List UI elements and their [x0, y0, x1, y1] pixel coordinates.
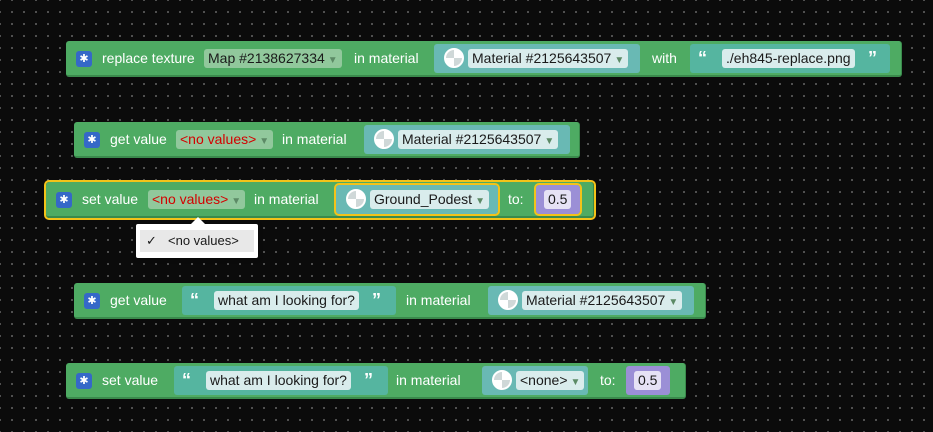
value-dropdown-value: <no values>	[152, 191, 229, 207]
material-value: Ground_Podest	[374, 191, 473, 207]
in-material-label: in material	[254, 191, 319, 207]
block-label: replace texture	[102, 50, 195, 66]
block-label: set value	[102, 372, 159, 388]
with-label: with	[652, 50, 677, 66]
number-input-slot[interactable]: 0.5	[626, 366, 670, 395]
set-value-block[interactable]: ✱ set value “ what am I looking for? ” i…	[66, 363, 686, 399]
material-dropdown[interactable]: Material #2125643507 ▼	[468, 49, 629, 68]
chevron-down-icon: ▼	[259, 136, 270, 147]
chevron-down-icon: ▼	[544, 136, 555, 147]
get-value-block[interactable]: ✱ get value <no values> ▼ in material Mat…	[74, 122, 580, 158]
block-label: set value	[82, 191, 139, 207]
open-quote-icon: “	[182, 370, 191, 390]
get-value-block[interactable]: ✱ get value “ what am I looking for? ” i…	[74, 283, 706, 319]
value-dropdown-value: <no values>	[180, 131, 257, 147]
chevron-down-icon: ▼	[570, 377, 581, 388]
file-path-field[interactable]: ./eh845-replace.png	[722, 49, 855, 68]
material-input-slot[interactable]: Material #2125643507 ▼	[434, 44, 640, 73]
material-value: <none>	[520, 372, 568, 388]
material-sphere-icon	[374, 129, 394, 149]
map-dropdown[interactable]: Map #2138627334 ▼	[204, 49, 342, 68]
material-dropdown[interactable]: Ground_Podest ▼	[370, 190, 489, 209]
value-dropdown-menu: ✓ <no values>	[136, 217, 258, 258]
block-label: get value	[110, 131, 167, 147]
to-label: to:	[600, 372, 616, 388]
in-material-label: in material	[396, 372, 461, 388]
material-dropdown[interactable]: Material #2125643507 ▼	[398, 130, 559, 149]
gear-icon[interactable]: ✱	[76, 373, 92, 389]
number-input-slot[interactable]: 0.5	[534, 183, 582, 216]
close-quote-icon: ”	[868, 48, 877, 68]
value-dropdown[interactable]: <no values> ▼	[176, 130, 274, 149]
material-sphere-icon	[346, 189, 366, 209]
material-input-slot[interactable]: Material #2125643507 ▼	[488, 286, 694, 315]
block-label: get value	[110, 292, 167, 308]
map-dropdown-value: Map #2138627334	[208, 50, 325, 66]
gear-icon[interactable]: ✱	[76, 51, 92, 67]
material-input-slot[interactable]: Material #2125643507 ▼	[364, 125, 570, 154]
dropdown-menu-item[interactable]: ✓ <no values>	[140, 230, 254, 252]
material-sphere-icon	[492, 370, 512, 390]
material-value: Material #2125643507	[526, 292, 666, 308]
string-input-slot[interactable]: “ what am I looking for? ”	[182, 286, 396, 315]
set-value-block[interactable]: ✱ set value <no values> ▼ in material Gro…	[44, 180, 596, 220]
string-input-slot[interactable]: “ what am I looking for? ”	[174, 366, 388, 395]
gear-icon[interactable]: ✱	[84, 132, 100, 148]
material-input-slot[interactable]: <none> ▼	[482, 366, 588, 395]
close-quote-icon: ”	[364, 370, 373, 390]
number-field[interactable]: 0.5	[634, 371, 662, 390]
chevron-down-icon: ▼	[668, 297, 679, 308]
checkmark-icon: ✓	[146, 233, 157, 248]
material-dropdown[interactable]: <none> ▼	[516, 371, 585, 390]
to-label: to:	[508, 191, 524, 207]
material-sphere-icon	[498, 290, 518, 310]
gear-icon[interactable]: ✱	[56, 192, 72, 208]
chevron-down-icon: ▼	[231, 196, 242, 207]
text-field[interactable]: what am I looking for?	[214, 291, 359, 310]
chevron-down-icon: ▼	[327, 55, 338, 66]
material-input-slot[interactable]: Ground_Podest ▼	[334, 183, 500, 216]
open-quote-icon: “	[698, 48, 707, 68]
in-material-label: in material	[282, 131, 347, 147]
number-field[interactable]: 0.5	[544, 190, 572, 209]
string-input-slot[interactable]: “ ./eh845-replace.png ”	[690, 44, 890, 73]
chevron-down-icon: ▼	[614, 55, 625, 66]
material-value: Material #2125643507	[472, 50, 612, 66]
material-dropdown[interactable]: Material #2125643507 ▼	[522, 291, 683, 310]
material-sphere-icon	[444, 48, 464, 68]
chevron-down-icon: ▼	[475, 196, 485, 207]
dropdown-menu-item-label: <no values>	[168, 233, 239, 248]
close-quote-icon: ”	[372, 290, 381, 310]
text-field[interactable]: what am I looking for?	[206, 371, 351, 390]
value-dropdown[interactable]: <no values> ▼	[148, 190, 246, 209]
material-value: Material #2125643507	[402, 131, 542, 147]
open-quote-icon: “	[190, 290, 199, 310]
replace-texture-block[interactable]: ✱ replace texture Map #2138627334 ▼ in ma…	[66, 41, 902, 77]
in-material-label: in material	[406, 292, 471, 308]
gear-icon[interactable]: ✱	[84, 293, 100, 309]
in-material-label: in material	[354, 50, 419, 66]
